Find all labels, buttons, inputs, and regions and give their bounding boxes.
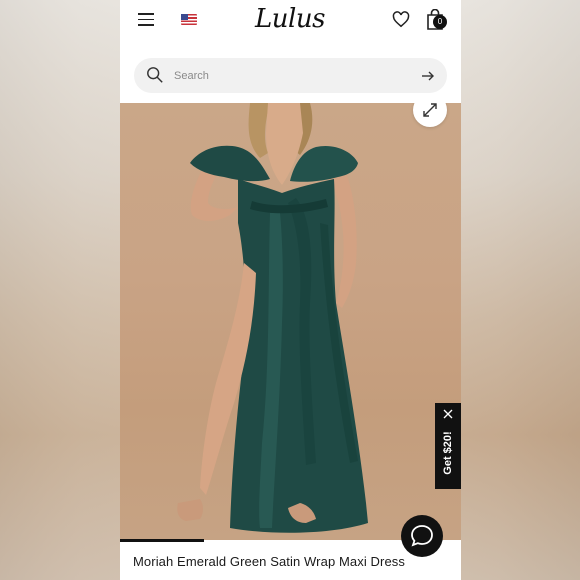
product-image[interactable]: Get $20! <box>120 103 461 540</box>
search-bar[interactable] <box>134 58 447 93</box>
expand-image-button[interactable] <box>413 103 447 127</box>
promo-label[interactable]: Get $20! <box>442 418 454 488</box>
chat-bubble-icon <box>411 525 433 547</box>
heart-icon[interactable] <box>392 11 410 28</box>
search-input[interactable] <box>174 58 414 93</box>
search-icon <box>147 67 163 83</box>
top-navigation-bar: Lulus 0 <box>120 0 461 46</box>
expand-icon <box>423 103 437 117</box>
mobile-page: Lulus 0 Search Get $20! Moriah Emerald G… <box>120 0 461 580</box>
product-title[interactable]: Moriah Emerald Green Satin Wrap Maxi Dre… <box>133 554 453 569</box>
promo-tab[interactable]: Get $20! <box>435 403 461 489</box>
background-blur-left <box>0 0 120 580</box>
us-flag-icon[interactable] <box>181 14 197 25</box>
chat-button[interactable] <box>401 515 443 557</box>
image-carousel-indicator <box>120 539 204 542</box>
dress-illustration <box>177 103 368 533</box>
hamburger-icon[interactable] <box>138 13 154 26</box>
arrow-right-icon[interactable] <box>421 69 435 83</box>
background-blur-right <box>460 0 580 580</box>
bag-count-badge: 0 <box>433 15 447 29</box>
lulus-logo[interactable]: Lulus <box>255 4 325 34</box>
